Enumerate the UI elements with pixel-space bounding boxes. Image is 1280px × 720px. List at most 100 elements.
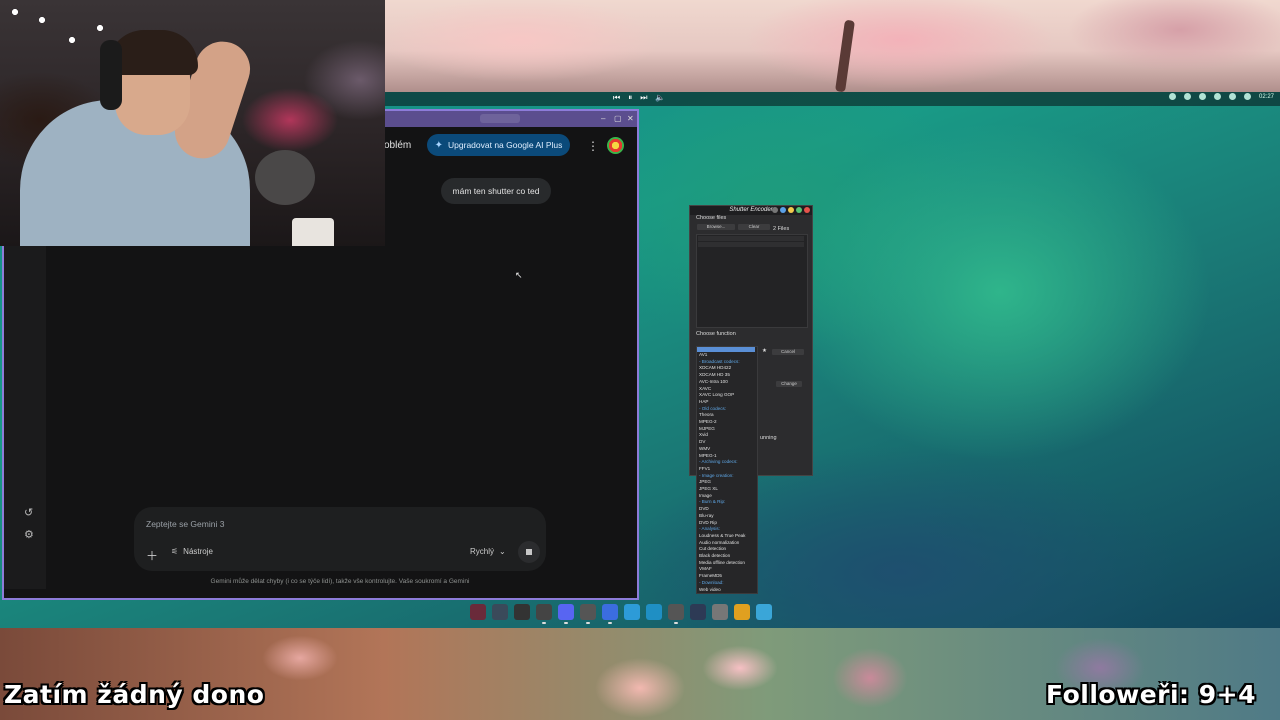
speed-label: Rychlý: [470, 547, 495, 556]
dropdown-category: - Burn & Rip:: [699, 499, 726, 505]
tools-icon: ⚟: [171, 547, 179, 556]
history-icon[interactable]: ↺: [24, 506, 33, 519]
favorite-icon[interactable]: ★: [762, 348, 767, 354]
add-icon[interactable]: ＋: [146, 547, 158, 564]
file-item[interactable]: [698, 242, 804, 247]
dropdown-option[interactable]: Blu-ray: [699, 513, 714, 518]
terminal-icon[interactable]: [470, 604, 486, 620]
tools-button[interactable]: ⚟ Nástroje: [171, 547, 213, 556]
dropdown-option[interactable]: HAP: [699, 399, 708, 404]
tray-icon[interactable]: [1168, 93, 1176, 100]
dropdown-option[interactable]: JPEG: [699, 479, 711, 484]
maximize-icon[interactable]: [796, 207, 802, 213]
dropdown-option[interactable]: VMAF: [699, 566, 712, 571]
vscode-icon[interactable]: [646, 604, 662, 620]
dropdown-option[interactable]: Media offline detection: [699, 560, 745, 565]
dropdown-option[interactable]: JPEG XL: [699, 486, 718, 491]
zoom-indicator[interactable]: [480, 114, 520, 123]
dropdown-option[interactable]: FFV1: [699, 466, 710, 471]
dropdown-option[interactable]: FrameMD5: [699, 573, 722, 578]
tools-label: Nástroje: [183, 547, 213, 556]
taskbar: [470, 604, 772, 624]
maximize-icon[interactable]: ▢: [614, 114, 622, 123]
monitor-icon[interactable]: [492, 604, 508, 620]
model-speed-select[interactable]: Rychlý ⌄: [470, 547, 506, 556]
dropdown-option[interactable]: Black detection: [699, 553, 730, 558]
clear-button[interactable]: Clear: [738, 224, 770, 230]
dropdown-category: - Old codecs:: [699, 405, 727, 411]
file-count: 2 Files: [773, 226, 790, 232]
dropbox-icon[interactable]: [602, 604, 618, 624]
upgrade-label: Upgradovat na Google AI Plus: [448, 140, 563, 150]
network-icon[interactable]: [1243, 93, 1251, 100]
file-list[interactable]: [696, 234, 808, 328]
choose-function-label: Choose function: [696, 331, 736, 337]
dropdown-option[interactable]: Loudness & True Peak: [699, 533, 745, 538]
prompt-box[interactable]: [134, 507, 546, 571]
dropdown-option[interactable]: MPEG-1: [699, 453, 717, 458]
cancel-button[interactable]: Cancel: [772, 349, 804, 355]
screenshot-icon[interactable]: [756, 604, 772, 620]
dropdown-option[interactable]: MPEG-2: [699, 419, 717, 424]
dropdown-option[interactable]: Web video: [699, 587, 721, 592]
more-options-icon[interactable]: ⋮: [587, 139, 599, 153]
previous-icon[interactable]: ⏮: [613, 93, 620, 103]
dropdown-option[interactable]: XDCAM HD422: [699, 365, 731, 370]
minimize-icon[interactable]: [788, 207, 794, 213]
console-icon[interactable]: [690, 604, 706, 620]
user-message: mám ten shutter co ted: [441, 178, 551, 204]
tray-icon[interactable]: [1183, 93, 1191, 100]
avatar[interactable]: [607, 137, 624, 154]
pause-icon[interactable]: ⏸: [628, 93, 632, 103]
choose-files-label: Choose files: [696, 215, 727, 221]
upgrade-button[interactable]: ✦ Upgradovat na Google AI Plus: [427, 134, 570, 156]
dropdown-option[interactable]: AVC-Intra 100: [699, 379, 728, 384]
bluetooth-icon[interactable]: [1228, 93, 1236, 100]
dropdown-option[interactable]: Audio normalization: [699, 540, 739, 545]
chevron-down-icon: ⌄: [499, 547, 506, 556]
browse-button[interactable]: Browse...: [697, 224, 735, 230]
close-icon[interactable]: [804, 207, 810, 213]
stop-icon: [526, 549, 532, 555]
dropdown-option[interactable]: DVD Rip: [699, 520, 717, 525]
stop-button[interactable]: [518, 541, 540, 563]
dropdown-option[interactable]: Xvid: [699, 432, 708, 437]
apps-grid-icon[interactable]: [734, 604, 750, 620]
mug: [292, 218, 334, 246]
tray-icon[interactable]: [1213, 93, 1221, 100]
dropdown-option[interactable]: DVD: [699, 506, 709, 511]
change-button[interactable]: Change: [776, 381, 802, 387]
dropdown-option[interactable]: XAVC: [699, 386, 711, 391]
dropdown-option[interactable]: Theora: [699, 412, 714, 417]
next-icon[interactable]: ⏭: [640, 93, 647, 103]
webcam-feed: [0, 0, 385, 246]
panel-icon[interactable]: [514, 604, 530, 620]
dropdown-option[interactable]: AV1: [699, 352, 707, 357]
minimize-icon[interactable]: –: [601, 114, 605, 123]
settings-icon[interactable]: [712, 604, 728, 620]
files-icon[interactable]: [624, 604, 640, 620]
dropdown-option[interactable]: MJPEG: [699, 426, 715, 431]
dropdown-option[interactable]: DV: [699, 439, 705, 444]
mouse-cursor-icon: ↖: [515, 270, 523, 280]
disclaimer: Gemini může dělat chyby (i co se týče li…: [210, 578, 470, 585]
file-item[interactable]: [698, 236, 804, 241]
tray-icon[interactable]: [1198, 93, 1206, 100]
dropdown-option[interactable]: XDCAM HD 35: [699, 372, 730, 377]
prompt-input[interactable]: Zeptejte se Gemini 3: [146, 519, 224, 529]
dropdown-option[interactable]: XAVC Long GOP: [699, 392, 734, 397]
dropdown-option[interactable]: WMV: [699, 446, 710, 451]
clock[interactable]: 02:27: [1259, 94, 1274, 100]
info-icon[interactable]: [780, 207, 786, 213]
close-icon[interactable]: ✕: [627, 114, 634, 123]
discord-icon[interactable]: [558, 604, 574, 624]
volume-icon[interactable]: 🔈: [655, 93, 665, 103]
chrome-icon[interactable]: [580, 604, 596, 624]
pin-icon[interactable]: [772, 207, 778, 213]
dropdown-option[interactable]: Cut detection: [699, 546, 726, 551]
keyboard-icon[interactable]: [668, 604, 684, 624]
obs-icon[interactable]: [536, 604, 552, 624]
headset: [100, 40, 122, 110]
dropdown-option[interactable]: Image: [699, 493, 712, 498]
settings-icon[interactable]: ⚙: [24, 528, 34, 541]
